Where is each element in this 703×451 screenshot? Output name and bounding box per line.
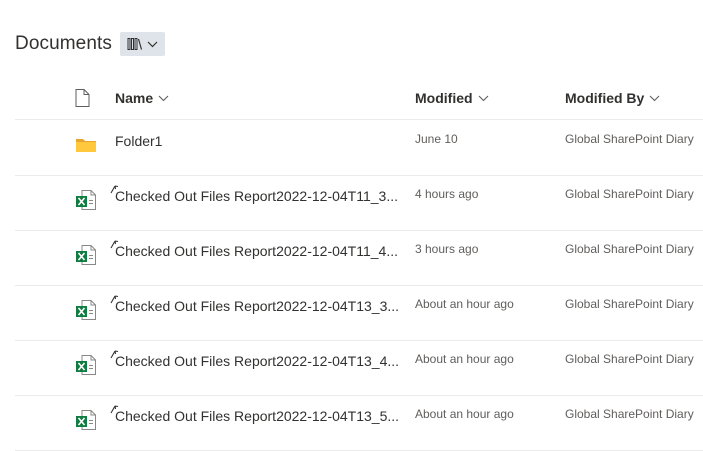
- modified-date: 4 hours ago: [415, 187, 479, 201]
- modified-by: Global SharePoint Diary: [565, 132, 694, 146]
- modified-by: Global SharePoint Diary: [565, 352, 694, 366]
- page-title: Documents: [15, 33, 112, 54]
- column-header-modified-by[interactable]: Modified By: [565, 84, 660, 112]
- file-type-icon[interactable]: [75, 89, 90, 107]
- view-switcher-button[interactable]: [120, 32, 165, 56]
- modified-by: Global SharePoint Diary: [565, 407, 694, 421]
- file-name-link[interactable]: Checked Out Files Report2022-12-04T11_3.…: [115, 188, 398, 204]
- column-header-row: Name Modified Modified By: [15, 84, 703, 120]
- file-row[interactable]: Checked Out Files Report2022-12-04T13_4.…: [15, 340, 703, 396]
- file-row[interactable]: Checked Out Files Report2022-12-04T13_3.…: [15, 285, 703, 341]
- modified-date: 3 hours ago: [415, 242, 479, 256]
- file-name-link[interactable]: Checked Out Files Report2022-12-04T13_4.…: [115, 353, 399, 369]
- chevron-down-icon: [649, 95, 660, 101]
- chevron-down-icon: [147, 41, 158, 47]
- modified-by: Global SharePoint Diary: [565, 187, 694, 201]
- column-header-name-label: Name: [115, 90, 154, 106]
- file-row[interactable]: Checked Out Files Report2022-12-04T11_4.…: [15, 230, 703, 286]
- column-header-modified-by-label: Modified By: [565, 90, 645, 106]
- modified-date: About an hour ago: [415, 352, 514, 366]
- file-row[interactable]: Checked Out Files Report2022-12-04T13_5.…: [15, 395, 703, 451]
- excel-icon: [75, 354, 97, 376]
- title-row: Documents: [15, 31, 165, 57]
- column-header-modified[interactable]: Modified: [415, 84, 489, 112]
- folder-icon: [75, 134, 97, 156]
- file-name-link[interactable]: Folder1: [115, 133, 162, 149]
- file-name-link[interactable]: Checked Out Files Report2022-12-04T13_3.…: [115, 298, 399, 314]
- column-header-modified-label: Modified: [415, 90, 473, 106]
- file-name-link[interactable]: Checked Out Files Report2022-12-04T13_5.…: [115, 408, 399, 424]
- excel-icon: [75, 299, 97, 321]
- modified-date: About an hour ago: [415, 297, 514, 311]
- modified-by: Global SharePoint Diary: [565, 242, 694, 256]
- column-header-name[interactable]: Name: [115, 84, 169, 112]
- excel-icon: [75, 189, 97, 211]
- file-row[interactable]: Folder1 June 10 Global SharePoint Diary: [15, 120, 703, 176]
- excel-icon: [75, 244, 97, 266]
- chevron-down-icon: [158, 95, 169, 101]
- modified-by: Global SharePoint Diary: [565, 297, 694, 311]
- file-name-link[interactable]: Checked Out Files Report2022-12-04T11_4.…: [115, 243, 398, 259]
- file-row[interactable]: Checked Out Files Report2022-12-04T11_3.…: [15, 175, 703, 231]
- chevron-down-icon: [478, 95, 488, 101]
- modified-date: June 10: [415, 132, 458, 146]
- modified-date: About an hour ago: [415, 407, 514, 421]
- library-icon: [127, 38, 143, 50]
- excel-icon: [75, 409, 97, 431]
